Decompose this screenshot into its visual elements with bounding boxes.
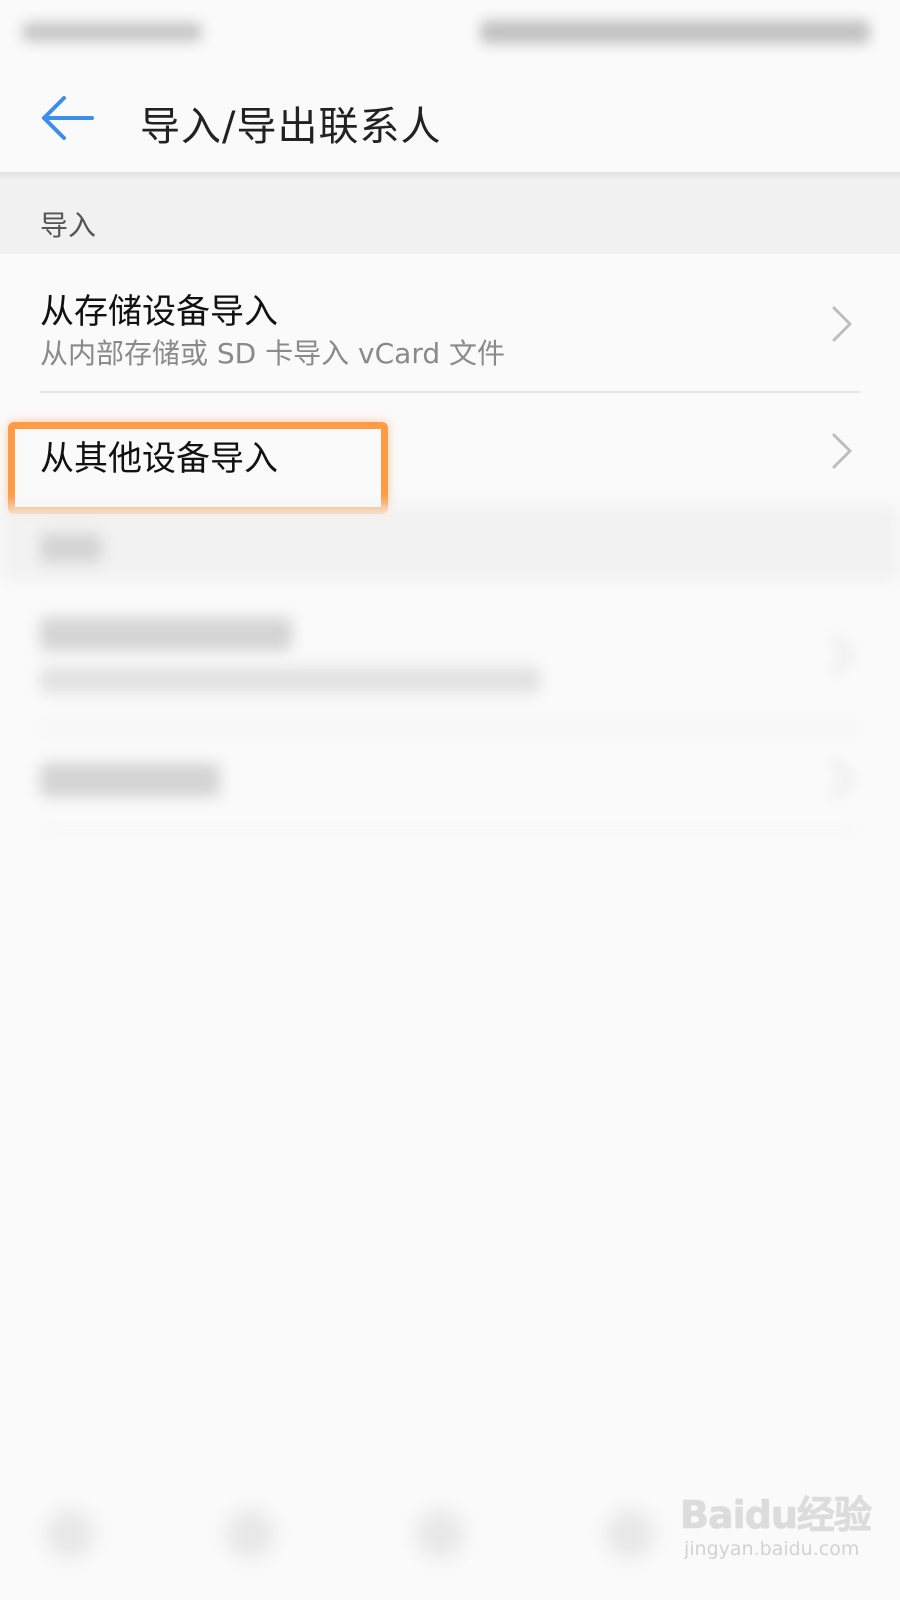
chevron-right-icon	[832, 637, 852, 673]
app-header: 导入/导出联系人	[0, 64, 900, 172]
contacts-import-export-screen: 导入/导出联系人 导入 从存储设备导入 从内部存储或 SD 卡导入 vCard …	[0, 0, 900, 1600]
list-item-import-from-other-device[interactable]: 从其他设备导入	[0, 393, 900, 505]
item-subtitle: 从内部存储或 SD 卡导入 vCard 文件	[40, 337, 506, 370]
status-bar-right-blurred	[480, 20, 870, 44]
back-button[interactable]	[36, 88, 100, 148]
page-title: 导入/导出联系人	[140, 104, 442, 150]
section-label-export-blurred	[40, 533, 102, 563]
status-bar	[0, 0, 900, 64]
chevron-right-icon	[832, 761, 852, 797]
nav-back-icon[interactable]	[46, 1510, 94, 1558]
list-item-export-blurred[interactable]	[0, 581, 900, 727]
status-bar-left-blurred	[22, 22, 202, 42]
baidu-jingyan-watermark: Baidu经验 jingyan.baidu.com	[680, 1478, 872, 1574]
watermark-url: jingyan.baidu.com	[684, 1538, 860, 1560]
list-item-share-blurred[interactable]	[0, 729, 900, 829]
nav-recents-icon[interactable]	[416, 1510, 464, 1558]
nav-home-icon[interactable]	[226, 1510, 274, 1558]
nav-menu-icon[interactable]	[606, 1510, 654, 1558]
item-title-blurred	[40, 763, 220, 797]
section-header-import: 导入	[0, 180, 900, 254]
section-label-import: 导入	[40, 209, 97, 242]
item-title-blurred	[40, 617, 292, 651]
chevron-right-icon	[832, 433, 852, 469]
item-subtitle-blurred	[40, 667, 540, 693]
arrow-left-icon	[42, 96, 94, 140]
list-divider	[40, 829, 860, 831]
watermark-logo: Baidu经验	[680, 1493, 872, 1537]
section-header-export	[0, 505, 900, 581]
header-divider	[0, 172, 900, 180]
list-item-import-from-storage[interactable]: 从存储设备导入 从内部存储或 SD 卡导入 vCard 文件	[0, 254, 900, 392]
item-title: 从其他设备导入	[40, 439, 278, 479]
item-title: 从存储设备导入	[40, 292, 278, 332]
chevron-right-icon	[832, 306, 852, 342]
